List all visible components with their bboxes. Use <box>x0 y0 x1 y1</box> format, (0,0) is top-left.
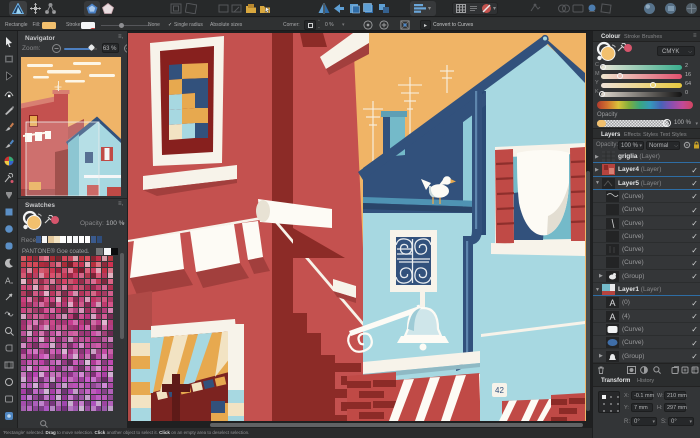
svg-text:42: 42 <box>495 386 504 395</box>
svg-text:A: A <box>610 298 616 308</box>
svg-text:A: A <box>5 276 11 286</box>
svg-text:A: A <box>610 312 616 322</box>
